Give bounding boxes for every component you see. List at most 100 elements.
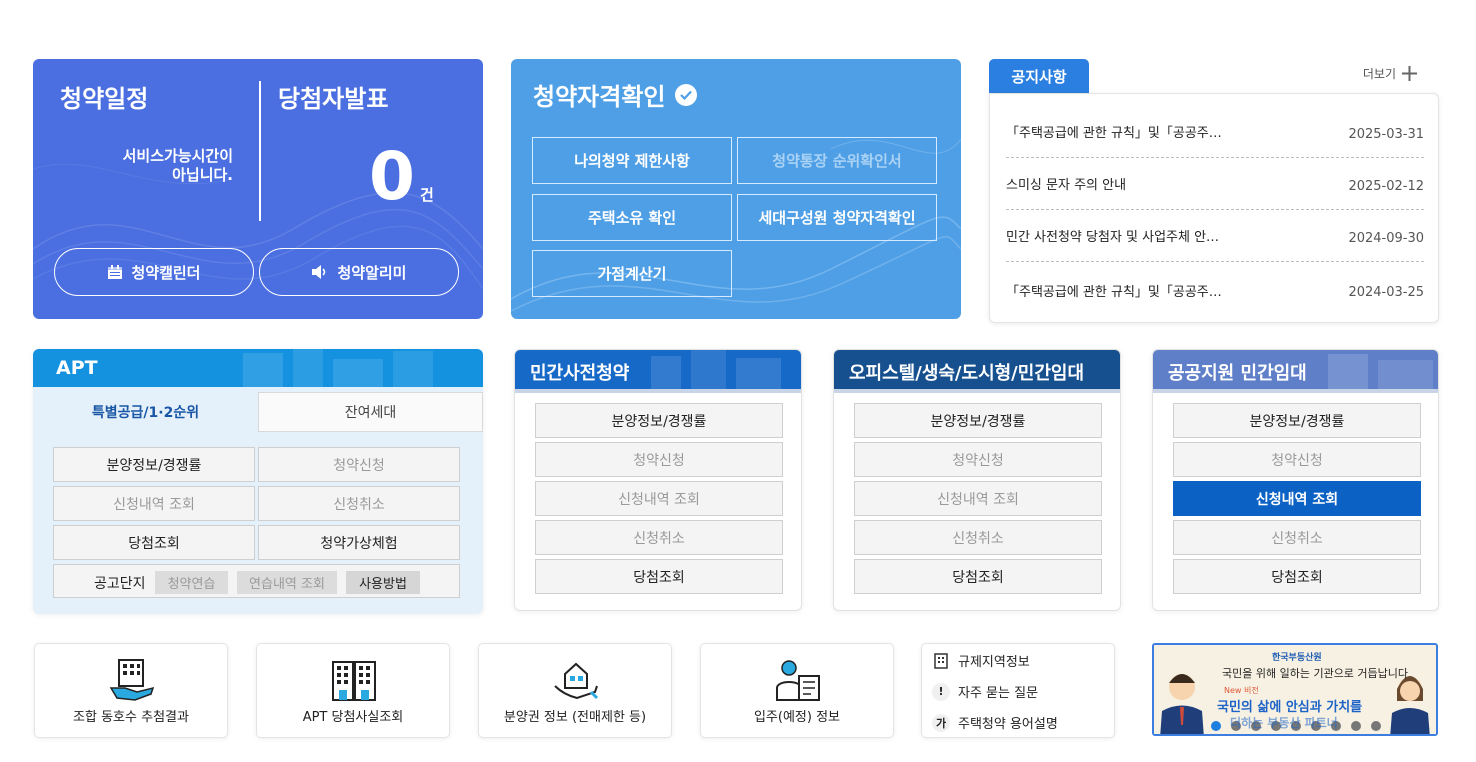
practice-history-button[interactable]: 연습내역 조회	[237, 571, 337, 594]
info-links-panel: 규제지역정보 ! 자주 묻는 질문 가 주택청약 용어설명	[921, 643, 1115, 738]
qualification-panel: 청약자격확인 나의청약 제한사항 청약통장 순위확인서 주택소유 확인 세대구성…	[511, 59, 961, 319]
more-link[interactable]: 더보기	[1363, 65, 1417, 82]
my-restrictions-button[interactable]: 나의청약 제한사항	[532, 137, 732, 184]
public-rental-header: 공공지원 민간임대	[1153, 350, 1438, 393]
building-hand-icon	[109, 659, 155, 701]
notice-title: 스미싱 문자 주의 안내	[1006, 178, 1127, 193]
apply-button[interactable]: 청약신청	[258, 447, 460, 482]
notice-date: 2025-02-12	[1348, 178, 1424, 194]
winner-check-button[interactable]: 당첨조회	[1173, 559, 1421, 594]
notice-date: 2024-09-30	[1348, 230, 1424, 246]
more-link-label: 더보기	[1362, 67, 1396, 81]
schedule-panel: 청약일정 당첨자발표 서비스가능시간이 아닙니다. 0 건 청약캘린더 청약알리…	[33, 59, 483, 319]
virtual-experience-button[interactable]: 청약가상체험	[258, 525, 460, 560]
practice-button[interactable]: 청약연습	[155, 571, 228, 594]
banner-badge: New 비전	[1224, 686, 1259, 695]
private-presale-header: 민간사전청약	[515, 350, 801, 393]
winner-count: 0	[369, 138, 415, 215]
building-icon	[934, 652, 948, 669]
header-underline	[834, 389, 1120, 393]
application-history-button[interactable]: 신청내역 조회	[1173, 481, 1421, 516]
sale-info-button[interactable]: 분양정보/경쟁률	[53, 447, 255, 482]
winner-check-button[interactable]: 당첨조회	[854, 559, 1102, 594]
qualification-title[interactable]: 청약자격확인	[533, 77, 698, 112]
notice-tab[interactable]: 공지사항	[989, 59, 1089, 93]
quick-link-label: 분양권 정보 (전매제한 등)	[503, 710, 647, 725]
glossary-icon: 가	[932, 713, 950, 732]
notice-item[interactable]: 스미싱 문자 주의 안내 2025-02-12	[1006, 158, 1424, 210]
cancel-application-button[interactable]: 신청취소	[854, 520, 1102, 555]
account-rank-button[interactable]: 청약통장 순위확인서	[737, 137, 937, 184]
banner-tagline: 국민을 위해 일하는 기관으로 거듭납니다	[1222, 667, 1409, 680]
exclamation-icon: !	[932, 682, 950, 701]
quick-link-union-lottery[interactable]: 조합 동호수 추첨결과	[34, 643, 228, 738]
apt-card: APT 특별공급/1·2순위 잔여세대 분양정보/경쟁률 청약신청 신청내역 조…	[33, 349, 483, 614]
public-rental-title: 공공지원 민간임대	[1168, 362, 1307, 384]
winner-announcement-title[interactable]: 당첨자발표	[278, 79, 388, 114]
banner-line1: 국민의 삶에 안심과 가치를	[1217, 700, 1363, 715]
notice-panel: 공지사항 더보기 「주택공급에 관한 규칙」및「공공주… 2025-03-31 …	[989, 59, 1439, 324]
household-qualification-button[interactable]: 세대구성원 청약자격확인	[737, 194, 937, 241]
schedule-title[interactable]: 청약일정	[60, 79, 148, 114]
score-calculator-button[interactable]: 가점계산기	[532, 250, 732, 297]
how-to-use-button[interactable]: 사용방법	[346, 571, 420, 594]
house-ownership-button[interactable]: 주택소유 확인	[532, 194, 732, 241]
notice-title: 「주택공급에 관한 규칙」및「공공주…	[1006, 284, 1222, 300]
sale-info-button[interactable]: 분양정보/경쟁률	[1173, 403, 1421, 438]
quick-link-label: 조합 동호수 추첨결과	[73, 710, 189, 725]
alarm-button[interactable]: 청약알리미	[259, 248, 459, 296]
quick-link-presale-rights[interactable]: 분양권 정보 (전매제한 등)	[478, 643, 672, 738]
winner-check-button[interactable]: 당첨조회	[53, 525, 255, 560]
building-decoration	[1328, 354, 1433, 389]
regulated-area-link[interactable]: 규제지역정보	[932, 651, 1030, 670]
private-presale-card: 민간사전청약 분양정보/경쟁률 청약신청 신청내역 조회 신청취소 당첨조회	[514, 349, 802, 611]
winner-check-button[interactable]: 당첨조회	[535, 559, 783, 594]
service-msg-line2: 아닙니다.	[172, 166, 233, 184]
announced-complex-label: 공고단지	[94, 576, 146, 592]
header-underline	[1153, 389, 1438, 393]
service-unavailable-message: 서비스가능시간이 아닙니다.	[81, 147, 233, 185]
promo-banner[interactable]: 한국부동산원 국민을 위해 일하는 기관으로 거듭납니다 New 비전 국민의 …	[1152, 643, 1438, 736]
officetel-card: 오피스텔/생숙/도시형/민간임대 분양정보/경쟁률 청약신청 신청내역 조회 신…	[833, 349, 1121, 611]
check-circle-icon	[675, 83, 698, 106]
link-label: 자주 묻는 질문	[958, 686, 1039, 701]
notice-item[interactable]: 「주택공급에 관한 규칙」및「공공주… 2025-03-31	[1006, 106, 1424, 158]
application-history-button[interactable]: 신청내역 조회	[53, 486, 255, 521]
link-label: 규제지역정보	[958, 655, 1030, 670]
notice-item[interactable]: 민간 사전청약 당첨자 및 사업주체 안… 2024-09-30	[1006, 210, 1424, 262]
link-label: 주택청약 용어설명	[958, 717, 1058, 732]
quick-link-label: APT 당첨사실조회	[302, 710, 404, 725]
public-rental-card: 공공지원 민간임대 분양정보/경쟁률 청약신청 신청내역 조회 신청취소 당첨조…	[1152, 349, 1439, 611]
cancel-application-button[interactable]: 신청취소	[258, 486, 460, 521]
notice-list: 「주택공급에 관한 규칙」및「공공주… 2025-03-31 스미싱 문자 주의…	[989, 93, 1439, 323]
application-history-button[interactable]: 신청내역 조회	[854, 481, 1102, 516]
notice-date: 2025-03-31	[1348, 126, 1424, 142]
header-underline	[515, 389, 801, 393]
notice-item[interactable]: 「주택공급에 관한 규칙」및「공공주… 2024-03-25	[1006, 264, 1424, 316]
cancel-application-button[interactable]: 신청취소	[535, 520, 783, 555]
cancel-application-button[interactable]: 신청취소	[1173, 520, 1421, 555]
apply-button[interactable]: 청약신청	[854, 442, 1102, 477]
announced-complex-row: 공고단지 청약연습 연습내역 조회 사용방법	[53, 564, 460, 598]
quick-link-move-in-info[interactable]: 입주(예정) 정보	[700, 643, 894, 738]
house-hand-icon	[554, 662, 599, 700]
quick-link-winner-check[interactable]: APT 당첨사실조회	[256, 643, 450, 738]
sale-info-button[interactable]: 분양정보/경쟁률	[535, 403, 783, 438]
tab-special-supply[interactable]: 특별공급/1·2순위	[33, 392, 258, 432]
alarm-button-label: 청약알리미	[337, 263, 407, 282]
apartment-icon	[332, 661, 376, 701]
apply-button[interactable]: 청약신청	[1173, 442, 1421, 477]
glossary-link[interactable]: 가 주택청약 용어설명	[932, 713, 1058, 732]
calendar-button[interactable]: 청약캘린더	[54, 248, 254, 296]
tab-remaining-units[interactable]: 잔여세대	[258, 392, 483, 432]
faq-link[interactable]: ! 자주 묻는 질문	[932, 682, 1038, 701]
apply-button[interactable]: 청약신청	[535, 442, 783, 477]
sale-info-button[interactable]: 분양정보/경쟁률	[854, 403, 1102, 438]
resident-icon	[776, 660, 820, 701]
officetel-title: 오피스텔/생숙/도시형/민간임대	[849, 362, 1085, 384]
apt-tabs: 특별공급/1·2순위 잔여세대	[33, 392, 483, 432]
notice-title: 「주택공급에 관한 규칙」및「공공주…	[1006, 126, 1222, 141]
application-history-button[interactable]: 신청내역 조회	[535, 481, 783, 516]
winner-count-unit: 건	[420, 186, 434, 204]
notice-title: 민간 사전청약 당첨자 및 사업주체 안…	[1006, 230, 1220, 245]
